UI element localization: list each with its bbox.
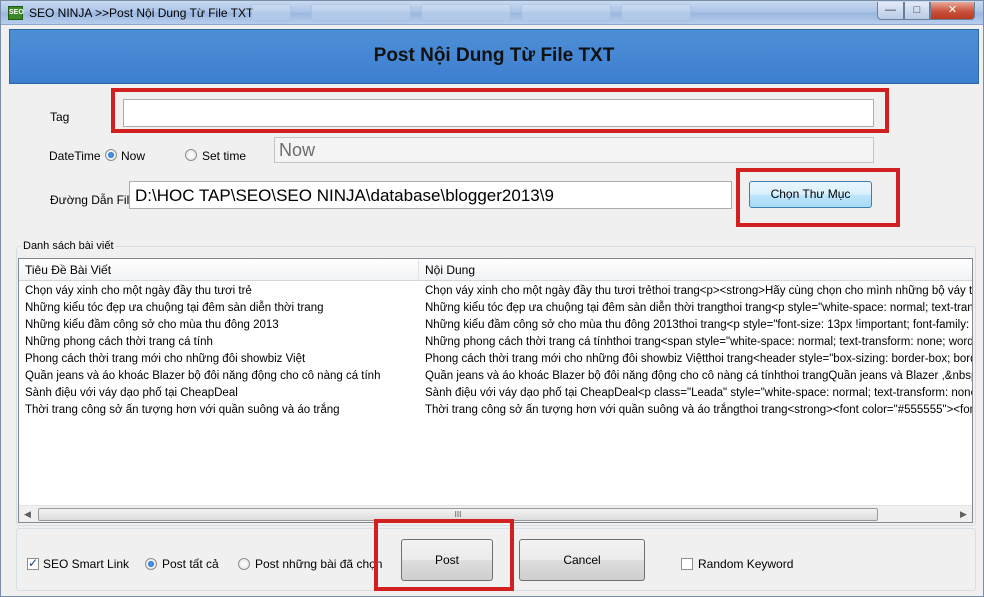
datetime-label: DateTime <box>49 149 101 163</box>
maximize-button[interactable]: □ <box>904 2 930 20</box>
page-title: Post Nội Dung Từ File TXT <box>373 45 615 66</box>
set-time-radio[interactable] <box>185 149 197 161</box>
datetime-field[interactable]: Now <box>274 137 874 163</box>
list-header: Tiêu Đề Bài Viết Nội Dung <box>19 259 972 281</box>
row-title: Những kiểu tóc đẹp ưa chuộng tại đêm sàn… <box>25 302 324 314</box>
row-content: Quần jeans và áo khoác Blazer bộ đôi năn… <box>425 370 972 382</box>
seo-smart-link-label: SEO Smart Link <box>43 557 130 571</box>
row-title: Quần jeans và áo khoác Blazer bộ đôi năn… <box>25 370 381 382</box>
options-panel <box>16 528 976 591</box>
article-list[interactable]: Tiêu Đề Bài Viết Nội Dung Chọn váy xinh … <box>18 258 973 523</box>
table-row[interactable]: Phong cách thời trang mới cho những đôi … <box>19 351 972 368</box>
post-all-radio[interactable] <box>145 558 157 570</box>
set-time-radio-label: Set time <box>202 149 247 163</box>
random-keyword-checkbox[interactable] <box>681 558 693 570</box>
background-tab-ghost <box>621 4 691 21</box>
window-title: SEO NINJA >>Post Nội Dung Từ File TXT <box>29 6 254 20</box>
table-row[interactable]: Những kiểu tóc đẹp ưa chuộng tại đêm sàn… <box>19 300 972 317</box>
table-row[interactable]: Quần jeans và áo khoác Blazer bộ đôi năn… <box>19 368 972 385</box>
scroll-right-icon[interactable]: ▶ <box>955 506 972 522</box>
table-row[interactable]: Những kiểu đầm công sở cho mùa thu đông … <box>19 317 972 334</box>
seo-smart-link-checkbox[interactable] <box>27 556 39 570</box>
table-row[interactable]: Sành điệu với váy dạo phố tại CheapDeal … <box>19 385 972 402</box>
table-row[interactable]: Những phong cách thời trang cá tính Nhữn… <box>19 334 972 351</box>
background-tab-ghost <box>521 4 611 21</box>
main-window: SEO SEO NINJA >>Post Nội Dung Từ File TX… <box>0 0 984 597</box>
header-banner: Post Nội Dung Từ File TXT <box>9 29 979 84</box>
app-icon: SEO <box>8 6 24 20</box>
horizontal-scrollbar[interactable]: ◀ III ▶ <box>19 505 972 522</box>
row-content: Chọn váy xinh cho một ngày đầy thu tươi … <box>425 285 972 297</box>
now-radio[interactable] <box>105 149 117 161</box>
row-content: Phong cách thời trang mới cho những đôi … <box>425 353 972 365</box>
tag-input[interactable] <box>123 99 874 127</box>
minimize-button[interactable]: — <box>877 2 904 20</box>
post-selected-label: Post những bài đã chọn <box>255 557 383 571</box>
background-tab-ghost <box>421 4 511 21</box>
background-tab-ghost <box>311 4 411 21</box>
scroll-left-icon[interactable]: ◀ <box>19 506 36 522</box>
row-content: Những phong cách thời trang cá tínhthoi … <box>425 336 972 348</box>
scroll-thumb[interactable]: III <box>38 508 878 521</box>
table-row[interactable]: Chọn váy xinh cho một ngày đầy thu tươi … <box>19 283 972 300</box>
row-content: Những kiểu tóc đẹp ưa chuộng tại đêm sàn… <box>425 302 972 314</box>
row-title: Thời trang công sở ấn tượng hơn với quần… <box>25 404 340 416</box>
file-path-input[interactable]: D:\HOC TAP\SEO\SEO NINJA\database\blogge… <box>129 181 732 209</box>
row-title: Sành điệu với váy dạo phố tại CheapDeal <box>25 387 238 399</box>
file-path-label: Đường Dẫn File <box>50 193 136 207</box>
row-title: Những kiểu đầm công sở cho mùa thu đông … <box>25 319 279 331</box>
now-radio-label: Now <box>121 149 146 163</box>
post-all-label: Post tất cả <box>162 557 219 571</box>
row-content: Sành điệu với váy dạo phố tại CheapDeal<… <box>425 387 972 399</box>
choose-folder-button[interactable]: Chọn Thư Mục <box>749 181 872 208</box>
random-keyword-label: Random Keyword <box>698 557 794 571</box>
close-button[interactable]: ✕ <box>930 2 975 20</box>
article-list-label: Danh sách bài viết <box>21 240 116 252</box>
title-bar[interactable]: SEO SEO NINJA >>Post Nội Dung Từ File TX… <box>1 1 983 25</box>
cancel-button[interactable]: Cancel <box>519 539 645 581</box>
column-header-content[interactable]: Nội Dung <box>419 259 972 281</box>
tag-label: Tag <box>50 110 70 124</box>
post-button[interactable]: Post <box>401 539 493 581</box>
post-selected-radio[interactable] <box>238 558 250 570</box>
row-title: Phong cách thời trang mới cho những đôi … <box>25 353 306 365</box>
row-content: Những kiểu đầm công sở cho mùa thu đông … <box>425 319 972 331</box>
row-title: Chọn váy xinh cho một ngày đầy thu tươi … <box>25 285 252 297</box>
row-content: Thời trang công sở ấn tượng hơn với quần… <box>425 404 972 416</box>
column-header-title[interactable]: Tiêu Đề Bài Viết <box>19 259 419 281</box>
row-title: Những phong cách thời trang cá tính <box>25 336 213 348</box>
table-row[interactable]: Thời trang công sở ấn tượng hơn với quần… <box>19 402 972 419</box>
background-tab-ghost <box>251 4 291 21</box>
